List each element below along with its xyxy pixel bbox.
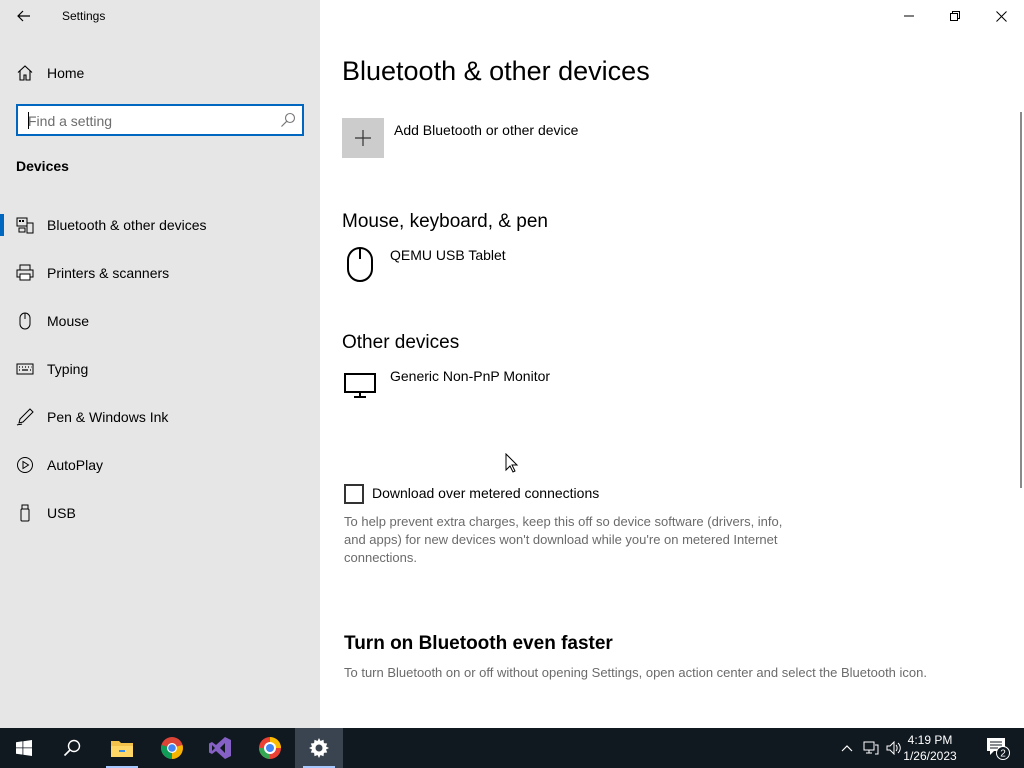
taskbar-browser[interactable] <box>246 728 294 768</box>
sidebar-item-usb[interactable]: USB <box>0 496 320 544</box>
home-nav-item[interactable]: Home <box>0 58 320 88</box>
search-icon <box>63 739 81 757</box>
home-icon <box>17 65 33 81</box>
sidebar-item-mouse[interactable]: Mouse <box>0 304 320 352</box>
taskbar: 4:19 PM 1/26/2023 2 <box>0 728 1024 768</box>
sidebar-item-label: Typing <box>47 361 89 377</box>
taskbar-visual-studio[interactable] <box>196 728 244 768</box>
plus-icon <box>355 130 371 146</box>
notification-count: 2 <box>1000 749 1006 760</box>
settings-icon <box>309 738 329 758</box>
sidebar-item-label: Pen & Windows Ink <box>47 409 169 425</box>
selection-indicator <box>0 214 4 236</box>
start-icon <box>16 740 32 756</box>
sidebar-item-typing[interactable]: Typing <box>0 352 320 400</box>
browser-icon <box>259 737 281 759</box>
search-box[interactable] <box>16 104 304 136</box>
section-title: Devices <box>16 158 69 174</box>
app-title: Settings <box>62 9 106 23</box>
add-device-label: Add Bluetooth or other device <box>394 122 579 138</box>
taskbar-search-button[interactable] <box>48 728 96 768</box>
search-icon[interactable] <box>280 112 296 128</box>
usb-icon <box>20 504 30 522</box>
monitor-icon <box>344 373 376 398</box>
device-generic-monitor[interactable]: Generic Non-PnP Monitor <box>342 368 742 408</box>
add-tile <box>342 118 384 158</box>
metered-connections-option: Download over metered connections <box>344 484 744 506</box>
device-name: Generic Non-PnP Monitor <box>390 368 551 384</box>
mouse-cursor-icon <box>505 453 519 473</box>
back-arrow-icon <box>17 10 30 22</box>
chrome-icon <box>161 737 183 759</box>
search-input[interactable] <box>28 110 268 131</box>
printer-icon <box>16 264 34 281</box>
nav-list: Bluetooth & other devices Printers & sca… <box>0 208 320 544</box>
file-explorer-icon <box>111 741 133 757</box>
title-bar: Settings <box>0 0 320 32</box>
sidebar-item-pen[interactable]: Pen & Windows Ink <box>0 400 320 448</box>
sidebar-item-label: AutoPlay <box>47 457 104 473</box>
sidebar-item-label: Bluetooth & other devices <box>47 217 207 233</box>
home-label: Home <box>47 65 85 81</box>
sidebar: Settings Home Devices Bluetooth & other … <box>0 0 320 728</box>
bluetooth-faster-title: Turn on Bluetooth even faster <box>344 633 613 654</box>
bluetooth-devices-icon <box>16 217 34 234</box>
main-content: Bluetooth & other devices Add Bluetooth … <box>320 0 1024 728</box>
pen-icon <box>16 408 34 426</box>
visual-studio-icon <box>209 737 231 759</box>
taskbar-chrome[interactable] <box>148 728 196 768</box>
clock-time: 4:19 PM <box>907 733 953 747</box>
sidebar-item-label: Mouse <box>47 313 90 329</box>
network-button[interactable] <box>861 728 881 768</box>
sidebar-item-printers[interactable]: Printers & scanners <box>0 256 320 304</box>
taskbar-file-explorer[interactable] <box>98 728 146 768</box>
notification-icon: 2 <box>987 738 1010 760</box>
network-icon <box>863 741 879 755</box>
group-title-other-devices: Other devices <box>342 332 460 353</box>
back-button[interactable] <box>10 4 38 28</box>
action-center-button[interactable]: 2 <box>986 736 1010 760</box>
sidebar-item-autoplay[interactable]: AutoPlay <box>0 448 320 496</box>
sidebar-item-label: Printers & scanners <box>47 265 170 281</box>
device-qemu-usb-tablet[interactable]: QEMU USB Tablet <box>342 247 742 287</box>
sidebar-item-label: USB <box>47 505 76 521</box>
keyboard-icon <box>16 363 34 375</box>
mouse-icon <box>19 312 31 330</box>
metered-connections-checkbox[interactable] <box>344 484 364 504</box>
group-title-mouse-keyboard-pen: Mouse, keyboard, & pen <box>342 211 548 232</box>
page-title: Bluetooth & other devices <box>342 56 650 86</box>
clock[interactable]: 4:19 PM 1/26/2023 <box>894 732 966 764</box>
scrollbar[interactable] <box>1020 112 1022 488</box>
sidebar-item-bluetooth[interactable]: Bluetooth & other devices <box>0 208 320 256</box>
mouse-icon <box>347 247 373 282</box>
metered-connections-label[interactable]: Download over metered connections <box>372 485 599 501</box>
autoplay-icon <box>17 457 33 473</box>
device-name: QEMU USB Tablet <box>390 247 506 263</box>
chevron-up-icon <box>841 745 853 752</box>
bluetooth-faster-text: To turn Bluetooth on or off without open… <box>344 665 927 680</box>
clock-date: 1/26/2023 <box>903 749 957 763</box>
metered-help-text: To help prevent extra charges, keep this… <box>344 514 783 565</box>
add-device-button[interactable]: Add Bluetooth or other device <box>342 117 662 159</box>
show-hidden-icons-button[interactable] <box>838 728 856 768</box>
taskbar-settings[interactable] <box>295 728 343 768</box>
start-button[interactable] <box>0 728 48 768</box>
